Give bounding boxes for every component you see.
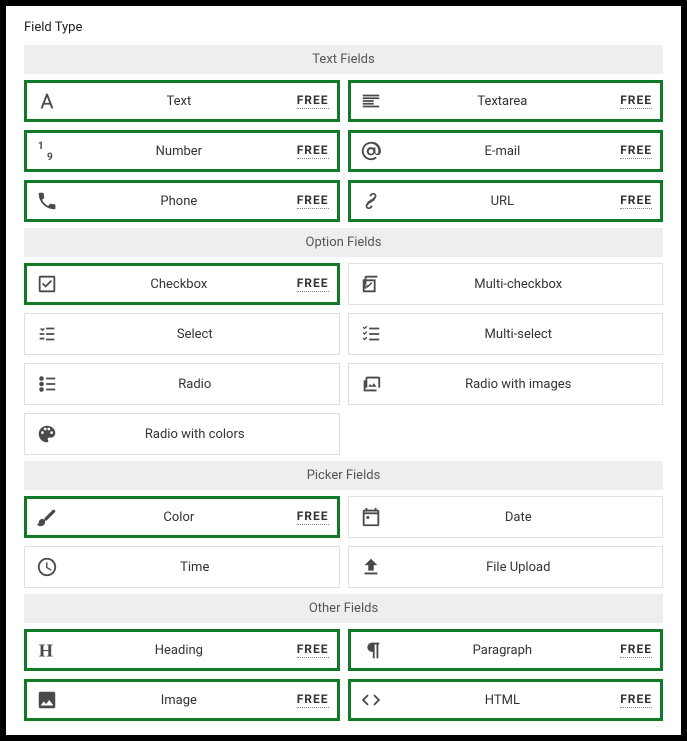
free-badge: FREE xyxy=(620,193,652,209)
free-badge: FREE xyxy=(620,642,652,658)
field-option-label: File Upload xyxy=(385,560,653,575)
field-option-color[interactable]: ColorFREE xyxy=(24,496,340,538)
link-icon xyxy=(357,187,385,215)
free-badge: FREE xyxy=(620,93,652,109)
field-option-select[interactable]: Select xyxy=(24,313,340,355)
section-header-other-fields: Other Fields xyxy=(24,594,663,623)
field-option-label: Radio with images xyxy=(385,377,653,392)
field-option-label: Paragraph xyxy=(385,643,621,658)
heading-icon xyxy=(33,636,61,664)
radio-icon xyxy=(33,370,61,398)
free-badge: FREE xyxy=(297,143,329,159)
field-option-radio-images[interactable]: Radio with images xyxy=(348,363,664,405)
field-option-label: Phone xyxy=(61,194,297,209)
field-option-label: HTML xyxy=(385,693,621,708)
section-grid-option-fields: CheckboxFREE Multi-checkbox Select Multi-se… xyxy=(24,263,663,455)
free-badge: FREE xyxy=(297,509,329,525)
section-grid-picker-fields: ColorFREE Date Time File Upload xyxy=(24,496,663,588)
field-option-textarea[interactable]: TextareaFREE xyxy=(348,80,664,122)
field-option-number[interactable]: NumberFREE xyxy=(24,130,340,172)
phone-icon xyxy=(33,187,61,215)
section-header-text-fields: Text Fields xyxy=(24,45,663,74)
field-option-label: Text xyxy=(61,94,297,109)
palette-icon xyxy=(33,420,61,448)
free-badge: FREE xyxy=(297,642,329,658)
field-option-multi-checkbox[interactable]: Multi-checkbox xyxy=(348,263,664,305)
field-option-label: Multi-checkbox xyxy=(385,277,653,292)
free-badge: FREE xyxy=(620,692,652,708)
field-option-label: E-mail xyxy=(385,144,621,159)
field-type-title: Field Type xyxy=(24,20,663,35)
field-option-label: Date xyxy=(385,510,653,525)
at-icon xyxy=(357,137,385,165)
field-option-label: Multi-select xyxy=(385,327,653,342)
align-left-icon xyxy=(357,87,385,115)
field-option-label: URL xyxy=(385,194,621,209)
field-option-label: Number xyxy=(61,144,297,159)
field-option-file-upload[interactable]: File Upload xyxy=(348,546,664,588)
field-option-checkbox[interactable]: CheckboxFREE xyxy=(24,263,340,305)
field-option-html[interactable]: HTMLFREE xyxy=(348,679,664,721)
field-option-radio[interactable]: Radio xyxy=(24,363,340,405)
field-option-text[interactable]: TextFREE xyxy=(24,80,340,122)
field-option-date[interactable]: Date xyxy=(348,496,664,538)
section-header-picker-fields: Picker Fields xyxy=(24,461,663,490)
paragraph-icon xyxy=(357,636,385,664)
image-icon xyxy=(33,686,61,714)
field-option-label: Checkbox xyxy=(61,277,297,292)
field-option-label: Radio xyxy=(61,377,329,392)
free-badge: FREE xyxy=(297,193,329,209)
brush-icon xyxy=(33,503,61,531)
select-icon xyxy=(33,320,61,348)
free-badge: FREE xyxy=(620,143,652,159)
number-icon xyxy=(33,137,61,165)
field-option-label: Time xyxy=(61,560,329,575)
field-option-time[interactable]: Time xyxy=(24,546,340,588)
image-group-icon xyxy=(357,370,385,398)
multi-checkbox-icon xyxy=(357,270,385,298)
field-option-label: Radio with colors xyxy=(61,427,329,442)
field-option-multi-select[interactable]: Multi-select xyxy=(348,313,664,355)
field-option-radio-colors[interactable]: Radio with colors xyxy=(24,413,340,455)
free-badge: FREE xyxy=(297,692,329,708)
field-option-label: Image xyxy=(61,693,297,708)
section-header-option-fields: Option Fields xyxy=(24,228,663,257)
field-option-label: Heading xyxy=(61,643,297,658)
section-grid-other-fields: HeadingFREEParagraphFREEImageFREEHTMLFRE… xyxy=(24,629,663,721)
clock-icon xyxy=(33,553,61,581)
field-option-image[interactable]: ImageFREE xyxy=(24,679,340,721)
field-option-label: Color xyxy=(61,510,297,525)
field-option-heading[interactable]: HeadingFREE xyxy=(24,629,340,671)
free-badge: FREE xyxy=(297,93,329,109)
field-option-email[interactable]: E-mailFREE xyxy=(348,130,664,172)
field-option-url[interactable]: URLFREE xyxy=(348,180,664,222)
section-grid-text-fields: TextFREETextareaFREENumberFREEE-mailFREE… xyxy=(24,80,663,222)
multi-select-icon xyxy=(357,320,385,348)
field-option-paragraph[interactable]: ParagraphFREE xyxy=(348,629,664,671)
field-option-phone[interactable]: PhoneFREE xyxy=(24,180,340,222)
upload-icon xyxy=(357,553,385,581)
checkbox-icon xyxy=(33,270,61,298)
font-icon xyxy=(33,87,61,115)
field-option-label: Textarea xyxy=(385,94,621,109)
calendar-icon xyxy=(357,503,385,531)
code-icon xyxy=(357,686,385,714)
free-badge: FREE xyxy=(297,276,329,292)
field-option-label: Select xyxy=(61,327,329,342)
